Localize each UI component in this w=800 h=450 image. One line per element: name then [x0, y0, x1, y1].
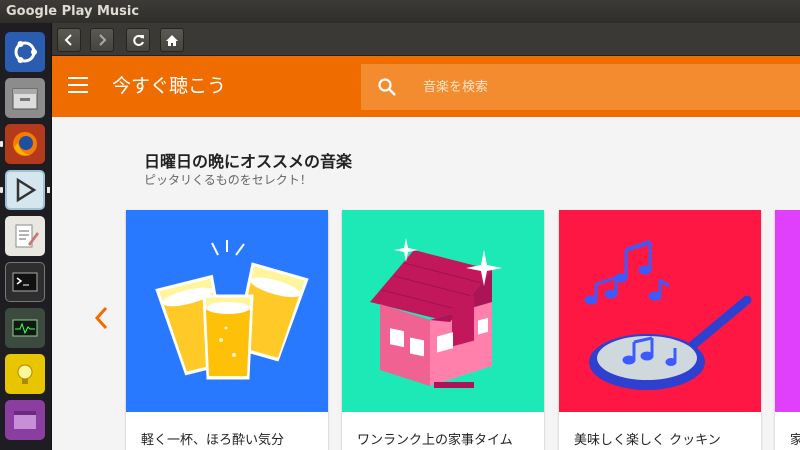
launcher	[0, 23, 52, 450]
back-icon	[64, 34, 72, 46]
hamburger-menu-icon[interactable]	[68, 77, 88, 93]
playlist-card[interactable]: 軽く一杯、ほろ酔い気分	[126, 210, 328, 450]
launcher-active-indicator	[47, 187, 50, 193]
main-content: 日曜日の晩にオススメの音楽 ピッタリくるものをセレクト！ 軽く一杯、ほろ酔い気分…	[52, 117, 800, 450]
playlist-card[interactable]: 家	[775, 210, 800, 450]
music-player-icon[interactable]	[5, 170, 45, 210]
beer-glasses-icon	[155, 240, 309, 380]
card-artwork	[559, 210, 761, 412]
reload-icon	[132, 34, 144, 46]
carousel-prev-icon[interactable]	[92, 305, 112, 331]
terminal-icon[interactable]	[5, 262, 45, 302]
search-box[interactable]	[361, 64, 800, 110]
home-icon	[166, 34, 178, 46]
card-artwork	[775, 210, 800, 412]
launcher-running-indicator	[0, 187, 3, 193]
page-title: 今すぐ聴こう	[112, 75, 227, 97]
house-icon	[370, 238, 502, 388]
text-editor-icon[interactable]	[5, 216, 45, 256]
forward-icon	[99, 34, 107, 46]
launcher-running-indicator	[0, 141, 3, 147]
reload-button[interactable]	[126, 28, 150, 52]
files-icon[interactable]	[5, 78, 45, 118]
home-button[interactable]	[160, 28, 184, 52]
window-titlebar: Google Play Music	[0, 0, 800, 23]
search-icon	[378, 78, 396, 96]
back-button[interactable]	[57, 28, 81, 52]
system-monitor-icon[interactable]	[5, 308, 45, 348]
workspace-icon[interactable]	[5, 400, 45, 440]
card-label: 家	[790, 433, 800, 448]
search-input[interactable]	[423, 64, 783, 110]
window-title: Google Play Music	[6, 4, 140, 19]
notes-icon[interactable]	[5, 354, 45, 394]
playlist-card[interactable]: ワンランク上の家事タイム	[342, 210, 544, 450]
app-bar: 今すぐ聴こう	[52, 56, 800, 117]
card-artwork	[126, 210, 328, 412]
card-label: 美味しく楽しく クッキン	[574, 433, 721, 448]
firefox-icon[interactable]	[5, 124, 45, 164]
section-title: 日曜日の晩にオススメの音楽	[144, 152, 353, 171]
frying-pan-notes-icon	[584, 240, 752, 390]
forward-button[interactable]	[90, 28, 114, 52]
section-subtitle: ピッタリくるものをセレクト！	[144, 173, 312, 187]
card-label: 軽く一杯、ほろ酔い気分	[141, 433, 285, 448]
ubuntu-dash-icon[interactable]	[5, 32, 45, 72]
card-label: ワンランク上の家事タイム	[357, 433, 513, 448]
card-artwork	[342, 210, 544, 412]
browser-navbar	[52, 23, 800, 56]
playlist-card[interactable]: 美味しく楽しく クッキン	[559, 210, 761, 450]
